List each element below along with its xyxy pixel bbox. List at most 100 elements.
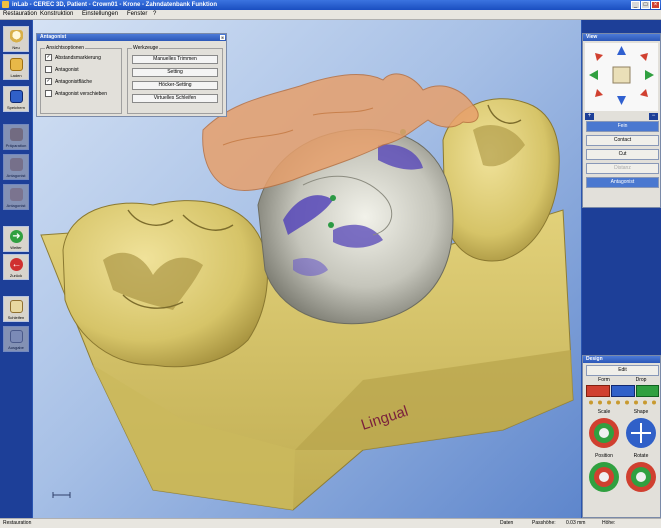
menu-bar: Restauration Konstruktion Einstellungen … <box>0 10 661 20</box>
form-hand-blue-icon[interactable] <box>611 385 635 397</box>
preparation-button-label: Präparation <box>5 143 27 148</box>
status-height-label: Höhe: <box>602 520 616 526</box>
edit-button[interactable]: Edit <box>586 365 659 376</box>
drop-label: Drop <box>635 377 647 383</box>
antagonist-2-button[interactable]: Antagonist <box>3 184 29 210</box>
rotate-label: Rotate <box>633 453 649 459</box>
form-hand-red-icon[interactable] <box>586 385 610 397</box>
save-button[interactable]: Speichern <box>3 86 29 112</box>
maximize-button[interactable]: □ <box>641 1 650 9</box>
checkbox-icon[interactable] <box>45 90 52 97</box>
folder-icon <box>10 58 23 71</box>
arrow-right-icon: ➜ <box>10 230 23 243</box>
tools-title: Werkzeuge <box>132 45 160 51</box>
window-controls: _ □ × <box>631 1 660 9</box>
load-button[interactable]: Laden <box>3 54 29 80</box>
menu-konstruktion[interactable]: Konstruktion <box>40 11 73 18</box>
view-options-group: Ansichtsoptionen ✓ Abstandsmarkierung Ant… <box>40 45 122 114</box>
option-label: Antagonistfläche <box>55 78 92 85</box>
new-button[interactable]: Neu <box>3 26 29 52</box>
position-control-icon[interactable] <box>588 461 620 493</box>
drop-hand-icon[interactable] <box>636 385 659 397</box>
checkbox-checked-icon[interactable]: ✓ <box>45 54 52 61</box>
menu-einstellungen[interactable]: Einstellungen <box>82 11 118 18</box>
output-icon <box>10 330 23 343</box>
form-label: Form <box>598 377 610 383</box>
right-panel: View + − Fein Contact Cut Distanz Antago… <box>582 20 661 518</box>
arrow-left-icon: ← <box>10 258 23 271</box>
status-fit-value: 0.03 mm <box>566 520 586 526</box>
3d-viewport[interactable]: Lingual Antagonist × Ansichtsoptionen ✓ A… <box>33 20 581 518</box>
shape-label: Shape <box>633 409 649 415</box>
save-button-label: Speichern <box>6 105 25 110</box>
view-fein-button[interactable]: Fein <box>586 121 659 132</box>
antagonist-panel: Antagonist × Ansichtsoptionen ✓ Abstandsm… <box>36 33 227 117</box>
checkbox-icon[interactable] <box>45 66 52 73</box>
shape-control-icon[interactable] <box>625 417 657 449</box>
option-label: Abstandsmarkierung <box>55 54 101 61</box>
zoom-in-button[interactable]: + <box>585 113 594 120</box>
minimize-button[interactable]: _ <box>631 1 640 9</box>
zoom-out-button[interactable]: − <box>649 113 658 120</box>
view-navigator[interactable] <box>585 43 658 111</box>
view-antagonist-button[interactable]: Antagonist <box>586 177 659 188</box>
app-icon <box>2 1 9 8</box>
output-button-label: Ausgabe <box>8 345 24 350</box>
brush-size-selector[interactable] <box>586 399 659 406</box>
left-toolbar: Neu Laden Speichern Präparation Antagoni… <box>0 20 32 518</box>
antagonist-button-label: Antagonist <box>6 173 26 178</box>
scale-control-icon[interactable] <box>588 417 620 449</box>
window-title: inLab - CEREC 3D, Patient - Crown01 - Kr… <box>12 2 218 8</box>
tooth-new-icon <box>10 30 23 43</box>
checkbox-checked-icon[interactable]: ✓ <box>45 78 52 85</box>
next-button-label: Weiter <box>10 245 22 250</box>
cusp-setting-button[interactable]: Höcker-Setting <box>132 81 218 90</box>
position-label: Position <box>595 453 613 459</box>
view-distance-button[interactable]: Distanz <box>586 163 659 174</box>
option-antagonist-surface[interactable]: ✓ Antagonistfläche <box>45 78 92 86</box>
option-antagonist[interactable]: Antagonist <box>45 66 79 74</box>
antagonist-panel-close-button[interactable]: × <box>220 35 225 40</box>
rotate-control-icon[interactable] <box>625 461 657 493</box>
back-button[interactable]: ← Zurück <box>3 254 29 280</box>
antagonist-2-button-label: Antagonist <box>6 203 26 208</box>
manual-trim-button[interactable]: Manuelles Trimmen <box>132 55 218 64</box>
menu-fenster[interactable]: Fenster <box>127 11 147 18</box>
new-button-label: Neu <box>12 45 20 50</box>
load-button-label: Laden <box>10 73 22 78</box>
antagonist-icon <box>10 158 23 171</box>
design-panel-title: Design <box>583 356 660 363</box>
menu-help[interactable]: ? <box>153 11 156 18</box>
status-mode: Restauration <box>3 520 32 526</box>
view-cut-button[interactable]: Cut <box>586 149 659 160</box>
view-panel-title: View <box>583 34 660 41</box>
option-label: Antagonist verschieben <box>55 90 107 97</box>
next-button[interactable]: ➜ Weiter <box>3 226 29 252</box>
status-data: Daten <box>500 520 514 526</box>
antagonist-button[interactable]: Antagonist <box>3 154 29 180</box>
scale-label: Scale <box>597 409 611 415</box>
status-fit-label: Passhöhe: <box>532 520 556 526</box>
option-distance-marking[interactable]: ✓ Abstandsmarkierung <box>45 54 101 62</box>
menu-restauration[interactable]: Restauration <box>3 11 37 18</box>
view-options-title: Ansichtsoptionen <box>45 45 86 51</box>
view-panel: View + − Fein Contact Cut Distanz Antago… <box>582 33 661 208</box>
view-contact-button[interactable]: Contact <box>586 135 659 146</box>
setting-button[interactable]: Setting <box>132 68 218 77</box>
close-button[interactable]: × <box>651 1 660 9</box>
tools-group: Werkzeuge Manuelles Trimmen Setting Höck… <box>127 45 223 114</box>
option-move-antagonist[interactable]: Antagonist verschieben <box>45 90 107 98</box>
save-disk-icon <box>10 90 23 103</box>
grind-button-label: Schleifen <box>7 315 25 320</box>
option-label: Antagonist <box>55 66 79 73</box>
title-bar: inLab - CEREC 3D, Patient - Crown01 - Kr… <box>0 0 661 10</box>
antagonist-2-icon <box>10 188 23 201</box>
preparation-icon <box>10 128 23 141</box>
virtual-grinding-button[interactable]: Virtuelles Schleifen <box>132 94 218 103</box>
design-panel: Design Edit Form Drop Scale Shape Positi… <box>582 355 661 518</box>
output-button[interactable]: Ausgabe <box>3 326 29 352</box>
back-button-label: Zurück <box>9 273 23 278</box>
preparation-button[interactable]: Präparation <box>3 124 29 150</box>
grind-icon <box>10 300 23 313</box>
grind-button[interactable]: Schleifen <box>3 296 29 322</box>
